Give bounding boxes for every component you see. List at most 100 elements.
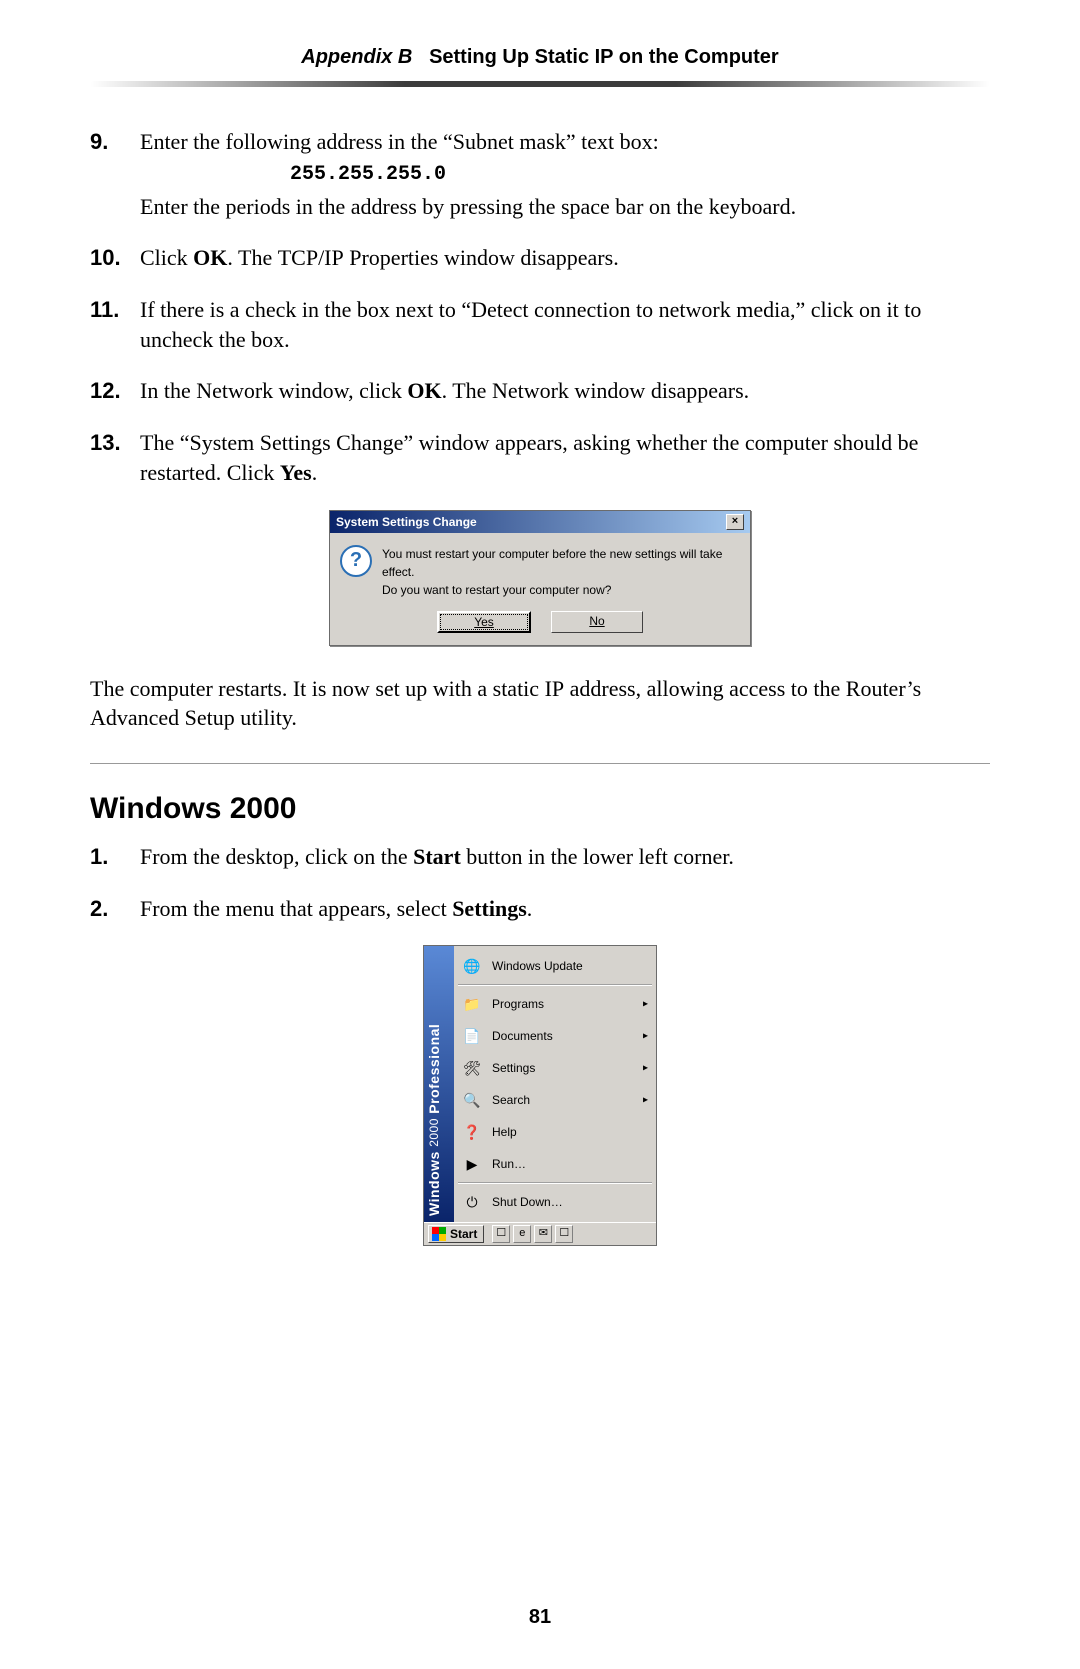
start-menu: Windows 2000 Professional 🌐 Windows Upda… xyxy=(423,945,657,1246)
menu-item-settings[interactable]: 🛠 Settings ▸ xyxy=(454,1052,656,1084)
smallcaps-ip: IP xyxy=(545,676,565,701)
settings-icon: 🛠 xyxy=(462,1058,482,1078)
header-rule xyxy=(90,81,990,87)
page-number: 81 xyxy=(0,1606,1080,1629)
step-text: If there is a check in the box next to “… xyxy=(140,295,990,354)
step-text: The “System Settings Change” window appe… xyxy=(140,430,918,485)
step-13: 13. The “System Settings Change” window … xyxy=(90,428,990,487)
step-text: Enter the following address in the “Subn… xyxy=(140,129,659,154)
taskbar: Start ☐ e ✉ ☐ xyxy=(424,1222,656,1245)
step-number: 2. xyxy=(90,894,140,924)
system-settings-dialog: System Settings Change × ? You must rest… xyxy=(329,510,751,646)
menu-item-documents[interactable]: 📄 Documents ▸ xyxy=(454,1020,656,1052)
menu-item-shutdown[interactable]: ⏻ Shut Down… xyxy=(454,1186,656,1218)
step-text: From the desktop, click on the xyxy=(140,844,413,869)
dialog-titlebar: System Settings Change × xyxy=(330,511,750,533)
search-icon: 🔍 xyxy=(462,1090,482,1110)
tray-icon[interactable]: e xyxy=(513,1225,531,1243)
step-text: . xyxy=(527,896,533,921)
windows-2000-heading: Windows 2000 xyxy=(90,792,990,826)
subnet-mask-value: 255.255.255.0 xyxy=(290,161,990,188)
bold-yes: Yes xyxy=(280,460,312,485)
step-9: 9. Enter the following address in the “S… xyxy=(90,127,990,221)
after-dialog-paragraph: The computer restarts. It is now set up … xyxy=(90,674,990,733)
step-text: . The Network window disappears. xyxy=(442,378,750,403)
section-divider xyxy=(90,763,990,764)
run-icon: ▶ xyxy=(462,1154,482,1174)
start-menu-items: 🌐 Windows Update 📁 Programs ▸ 📄 Document… xyxy=(454,946,656,1222)
step-number: 13. xyxy=(90,428,140,487)
menu-item-label: Documents xyxy=(492,1029,553,1043)
menu-item-label: Help xyxy=(492,1125,517,1139)
quick-launch-tray: ☐ e ✉ ☐ xyxy=(492,1225,573,1243)
chevron-right-icon: ▸ xyxy=(643,999,648,1010)
chevron-right-icon: ▸ xyxy=(643,1031,648,1042)
steps-list-lower: 1. From the desktop, click on the Start … xyxy=(90,842,990,923)
step-number: 12. xyxy=(90,376,140,406)
folder-icon: 📁 xyxy=(462,994,482,1014)
step-text: From the menu that appears, select xyxy=(140,896,452,921)
bold-ok: OK xyxy=(193,245,227,270)
tray-icon[interactable]: ☐ xyxy=(492,1225,510,1243)
help-icon: ❓ xyxy=(462,1122,482,1142)
step-text: button in the lower left corner. xyxy=(461,844,734,869)
menu-item-label: Programs xyxy=(492,997,544,1011)
step-12: 12. In the Network window, click OK. The… xyxy=(90,376,990,406)
windows-flag-icon xyxy=(432,1227,446,1241)
appendix-label: Appendix B xyxy=(301,46,412,68)
menu-item-label: Search xyxy=(492,1093,530,1107)
menu-item-label: Windows Update xyxy=(492,959,583,973)
stripe-professional: Professional xyxy=(426,1024,442,1114)
step-text: . The xyxy=(227,245,277,270)
yes-button[interactable]: Yes xyxy=(437,611,531,633)
menu-item-run[interactable]: ▶ Run… xyxy=(454,1148,656,1180)
close-icon[interactable]: × xyxy=(726,514,744,530)
steps-list-upper: 9. Enter the following address in the “S… xyxy=(90,127,990,488)
menu-item-programs[interactable]: 📁 Programs ▸ xyxy=(454,988,656,1020)
step-10: 10. Click OK. The TCP/IP Properties wind… xyxy=(90,243,990,273)
bold-start: Start xyxy=(413,844,461,869)
step-b1: 1. From the desktop, click on the Start … xyxy=(90,842,990,872)
step-number: 9. xyxy=(90,127,140,221)
bold-settings: Settings xyxy=(452,896,527,921)
step-text: Click xyxy=(140,245,193,270)
paragraph-text: The computer restarts. It is now set up … xyxy=(90,676,545,701)
bold-ok: OK xyxy=(407,378,441,403)
menu-separator xyxy=(458,1182,652,1184)
menu-item-label: Settings xyxy=(492,1061,535,1075)
chevron-right-icon: ▸ xyxy=(643,1095,648,1106)
tray-icon[interactable]: ✉ xyxy=(534,1225,552,1243)
step-text: In the Network window, click xyxy=(140,378,407,403)
dialog-line1: You must restart your computer before th… xyxy=(382,547,722,579)
no-button[interactable]: No xyxy=(551,611,643,633)
start-button[interactable]: Start xyxy=(428,1225,484,1243)
start-button-label: Start xyxy=(450,1227,477,1241)
start-menu-stripe: Windows 2000 Professional xyxy=(424,946,454,1222)
tray-icon[interactable]: ☐ xyxy=(555,1225,573,1243)
menu-separator xyxy=(458,984,652,986)
chevron-right-icon: ▸ xyxy=(643,1063,648,1074)
menu-item-help[interactable]: ❓ Help xyxy=(454,1116,656,1148)
power-icon: ⏻ xyxy=(462,1192,482,1212)
dialog-title-text: System Settings Change xyxy=(336,515,477,529)
dialog-message: You must restart your computer before th… xyxy=(382,545,740,599)
step-text: . xyxy=(312,460,318,485)
smallcaps-tcpip: TCP/IP xyxy=(278,245,344,270)
step-b2: 2. From the menu that appears, select Se… xyxy=(90,894,990,924)
stripe-2000: 2000 xyxy=(427,1118,441,1147)
document-icon: 📄 xyxy=(462,1026,482,1046)
step-text: Properties window disappears. xyxy=(344,245,619,270)
menu-item-search[interactable]: 🔍 Search ▸ xyxy=(454,1084,656,1116)
step-number: 11. xyxy=(90,295,140,354)
question-icon: ? xyxy=(340,545,372,577)
menu-item-label: Run… xyxy=(492,1157,526,1171)
running-header: Appendix B Setting Up Static IP on the C… xyxy=(90,40,990,81)
step-text: Enter the periods in the address by pres… xyxy=(140,194,796,219)
menu-item-label: Shut Down… xyxy=(492,1195,563,1209)
step-number: 10. xyxy=(90,243,140,273)
globe-icon: 🌐 xyxy=(462,956,482,976)
step-number: 1. xyxy=(90,842,140,872)
step-11: 11. If there is a check in the box next … xyxy=(90,295,990,354)
dialog-line2: Do you want to restart your computer now… xyxy=(382,583,611,597)
menu-item-windows-update[interactable]: 🌐 Windows Update xyxy=(454,950,656,982)
